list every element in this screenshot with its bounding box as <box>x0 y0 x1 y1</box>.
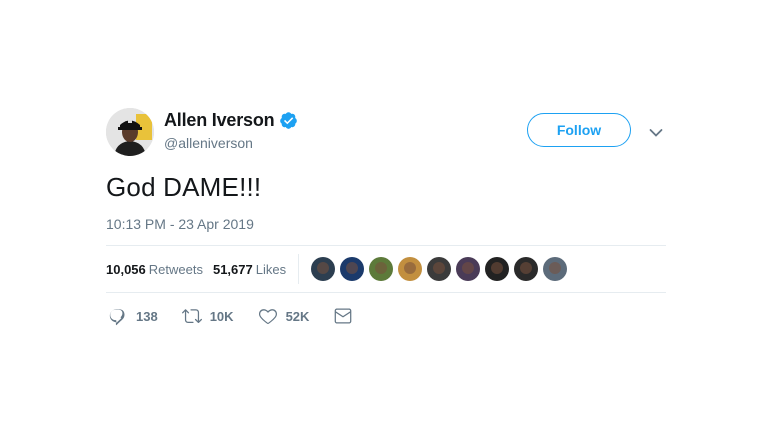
retweets-stat[interactable]: 10,056 Retweets <box>106 262 203 277</box>
liker-avatar[interactable] <box>543 257 568 281</box>
avatar[interactable] <box>106 108 154 156</box>
follow-button[interactable]: Follow <box>527 113 631 147</box>
tweet-text: God DAME!!! <box>106 172 262 202</box>
tweet-stats: 10,056 Retweets 51,677 Likes <box>106 245 666 293</box>
tweet-header: Allen Iverson @alleniverson Follow <box>106 108 666 158</box>
direct-message-icon <box>335 308 352 324</box>
user-info: Allen Iverson @alleniverson <box>164 110 298 151</box>
retweet-button[interactable]: 10K <box>181 306 234 326</box>
likes-stat[interactable]: 51,677 Likes <box>213 262 286 277</box>
chevron-down-icon[interactable] <box>649 125 663 137</box>
likes-count: 51,677 <box>212 261 253 277</box>
user-name[interactable]: Allen Iverson <box>164 110 275 131</box>
retweets-label: Retweets <box>148 261 203 277</box>
tweet: Allen Iverson @alleniverson Follow God D… <box>106 108 666 326</box>
stats-divider <box>298 254 300 284</box>
liker-avatar[interactable] <box>311 257 336 281</box>
liker-avatar[interactable] <box>485 257 510 281</box>
reply-count: 138 <box>136 308 158 324</box>
like-icon <box>258 309 277 325</box>
liker-avatar[interactable] <box>369 257 394 281</box>
liker-avatar[interactable] <box>340 257 365 281</box>
likes-label: Likes <box>255 261 287 277</box>
like-count: 52K <box>285 308 310 324</box>
like-button[interactable]: 52K <box>258 306 310 326</box>
direct-message-button[interactable] <box>333 306 353 326</box>
tweet-timestamp[interactable]: 10:13 PM - 23 Apr 2019 <box>106 216 254 232</box>
liker-avatar[interactable] <box>456 257 481 281</box>
verified-badge-icon <box>279 111 298 130</box>
tweet-actions: 138 10K 52K <box>108 306 377 326</box>
liker-avatars <box>311 257 572 281</box>
retweets-count: 10,056 <box>106 261 146 277</box>
liker-avatar[interactable] <box>427 257 452 281</box>
liker-avatar[interactable] <box>398 257 423 281</box>
retweet-count: 10K <box>209 308 234 324</box>
reply-button[interactable]: 138 <box>108 306 158 326</box>
user-handle[interactable]: @alleniverson <box>164 135 298 151</box>
retweet-icon <box>181 309 202 324</box>
reply-icon <box>109 309 125 326</box>
liker-avatar[interactable] <box>514 257 539 281</box>
